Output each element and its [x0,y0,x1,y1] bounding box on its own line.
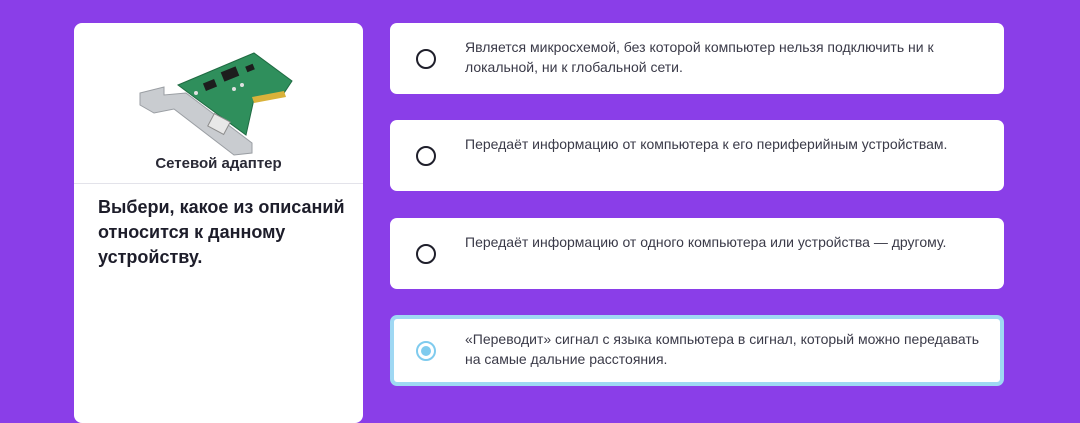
question-text: Выбери, какое из описаний относится к да… [98,197,345,267]
answer-option-text: Передаёт информацию от одного компьютера… [465,234,947,250]
radio-button[interactable] [416,244,436,264]
device-caption: Сетевой адаптер [155,155,282,172]
answer-option-text: «Переводит» сигнал с языка компьютера в … [465,331,980,367]
answer-option-4[interactable]: «Переводит» сигнал с языка компьютера в … [390,315,1004,386]
answer-option-text: Передаёт информацию от компьютера к его … [465,136,948,152]
radio-button[interactable] [416,146,436,166]
answer-option-text: Является микросхемой, без которой компью… [465,39,934,75]
answer-option-2[interactable]: Передаёт информацию от компьютера к его … [390,120,1004,191]
answer-option-3[interactable]: Передаёт информацию от одного компьютера… [390,218,1004,289]
radio-button[interactable] [416,49,436,69]
device-card: Сетевой адаптер Выбери, какое из описани… [74,23,363,423]
divider [74,183,363,184]
answer-option-1[interactable]: Является микросхемой, без которой компью… [390,23,1004,94]
network-card-image [139,52,293,156]
radio-button-selected[interactable] [416,341,436,361]
